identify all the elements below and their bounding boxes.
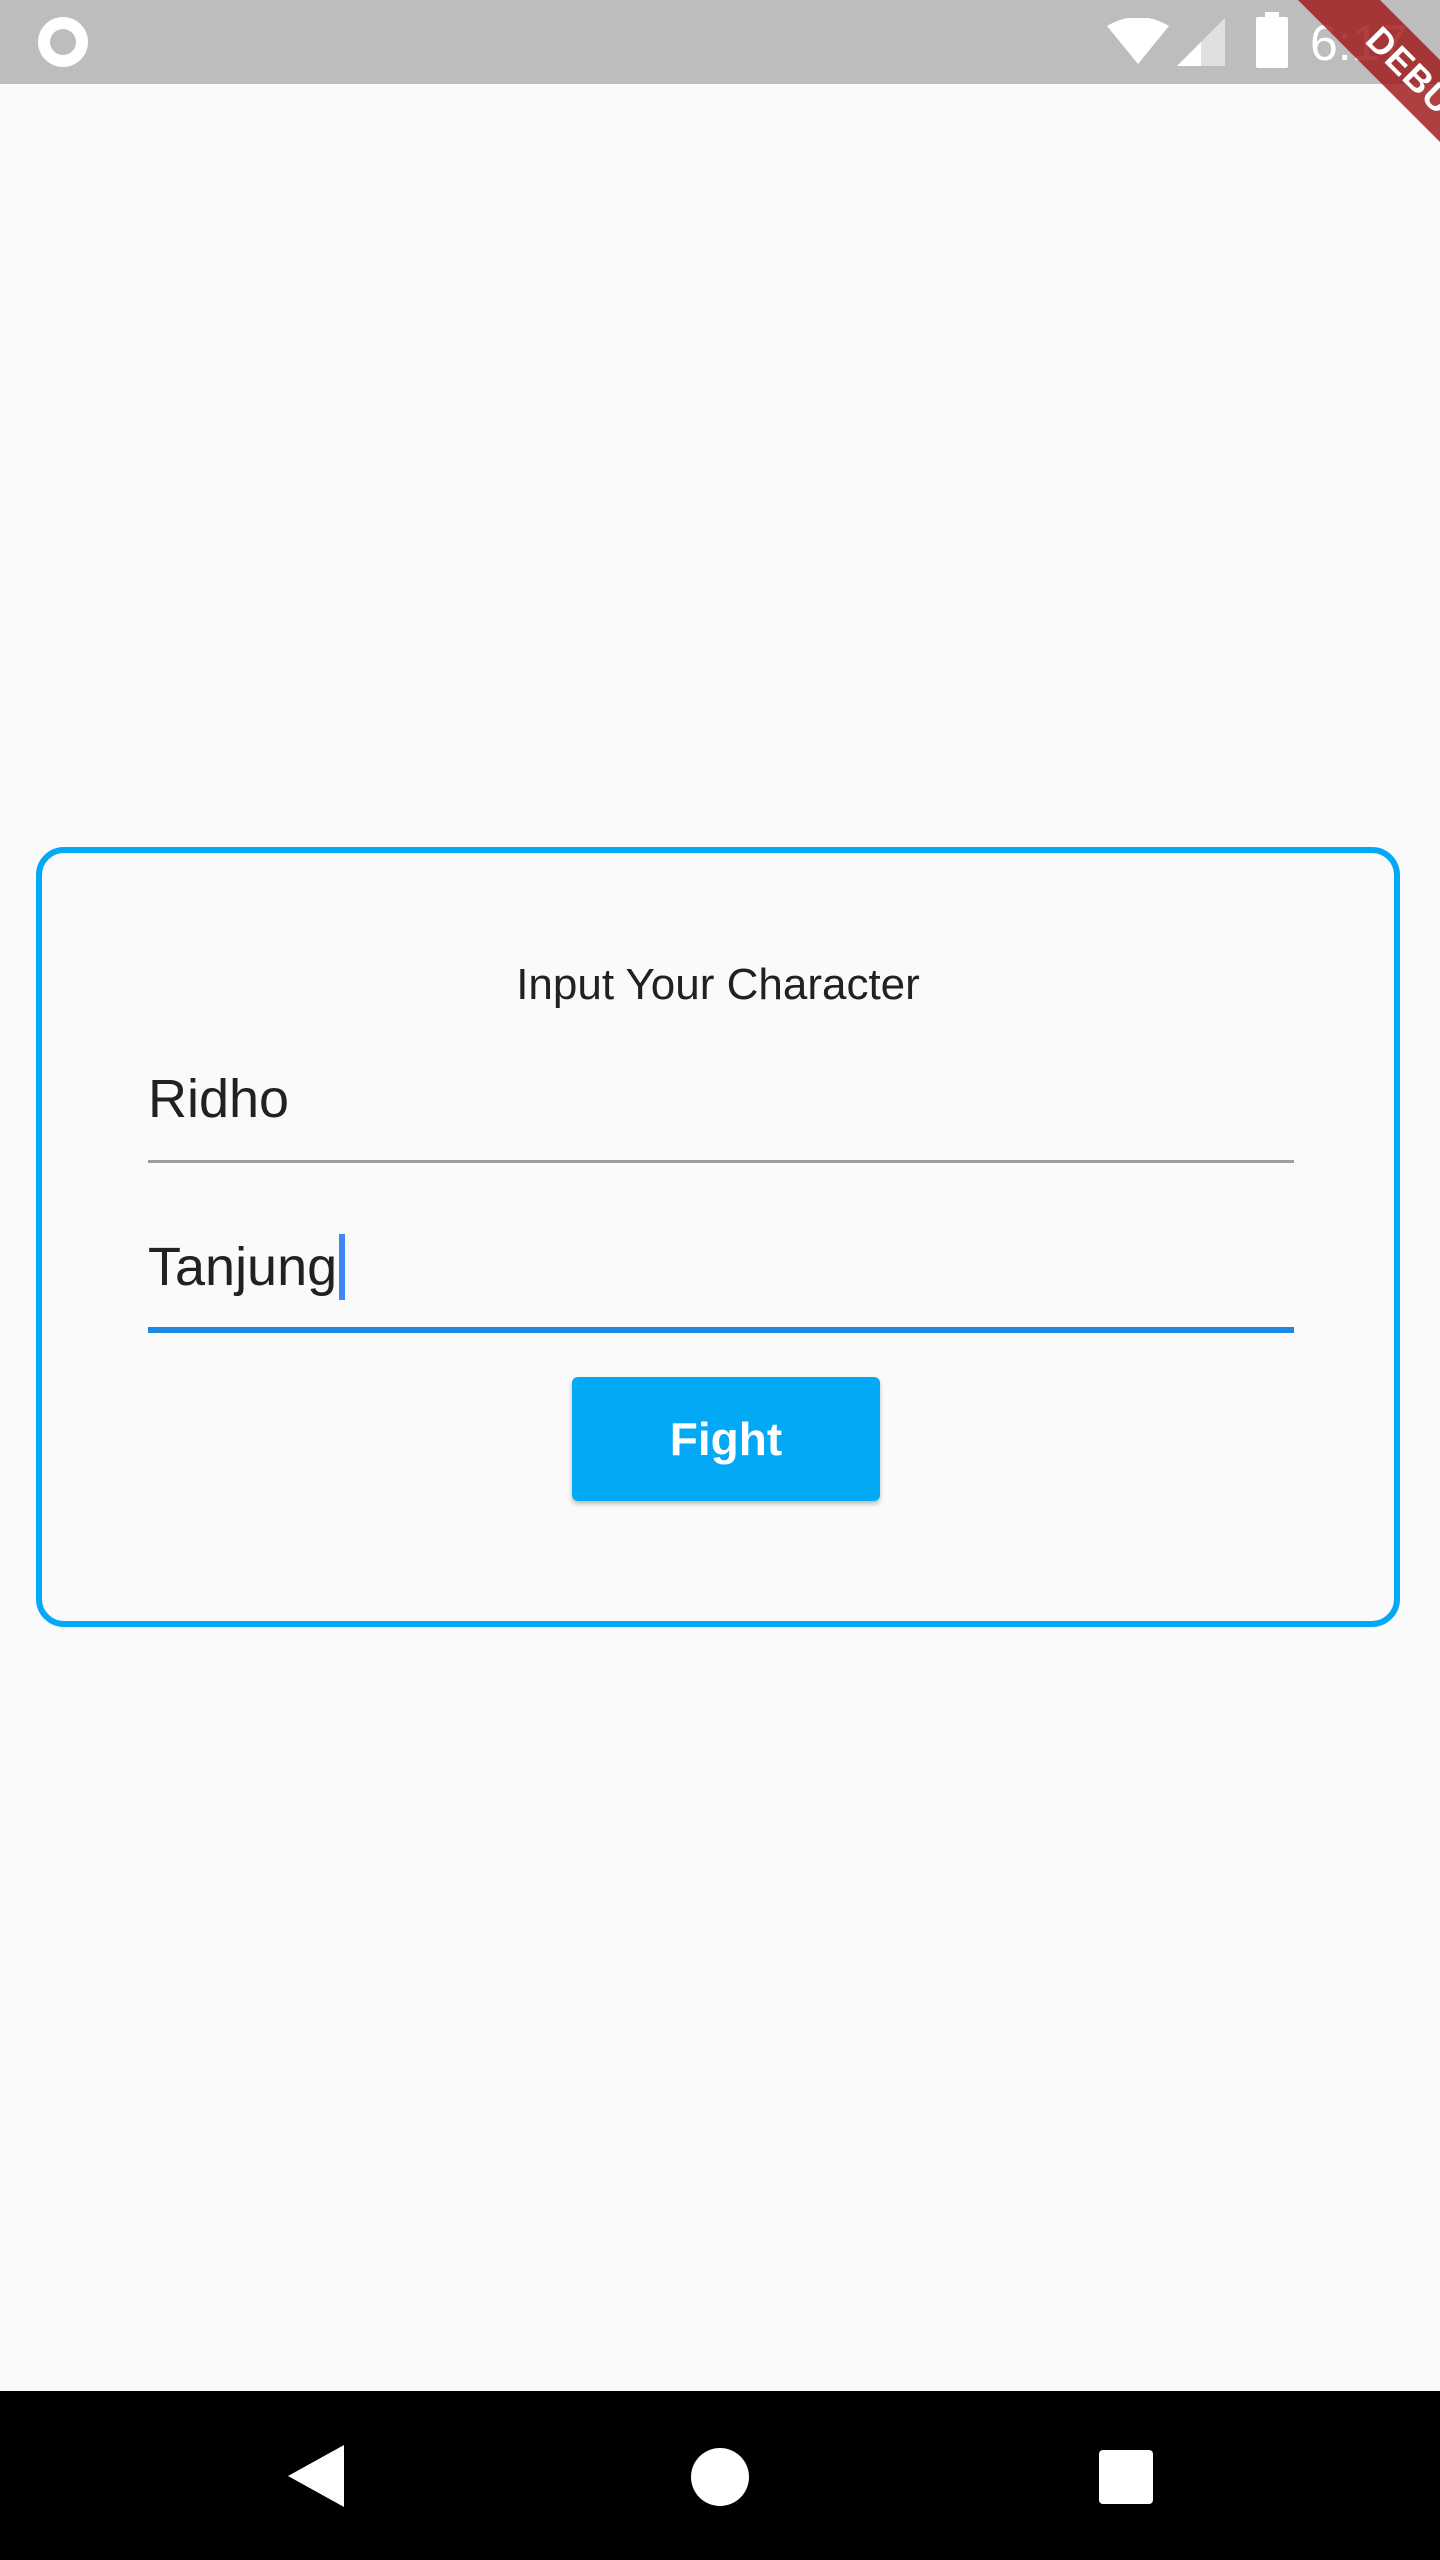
field-underline	[148, 1160, 1294, 1163]
wifi-icon	[1107, 18, 1169, 64]
back-icon[interactable]	[288, 2445, 344, 2507]
field-value: Ridho	[148, 1069, 290, 1129]
battery-icon	[1256, 12, 1288, 68]
field-value-wrapper: Tanjung	[148, 1227, 346, 1307]
record-icon	[38, 17, 88, 67]
fight-button[interactable]: Fight	[572, 1377, 880, 1501]
character-name-field-1[interactable]: Ridho	[148, 1053, 1294, 1163]
character-name-field-2[interactable]: Tanjung	[148, 1221, 1294, 1333]
status-bar: 6:17	[0, 0, 1440, 84]
text-cursor	[339, 1233, 346, 1300]
field-underline-focused	[148, 1327, 1294, 1333]
signal-icon	[1177, 18, 1225, 66]
field-value: Tanjung	[148, 1237, 338, 1297]
card-title: Input Your Character	[516, 960, 920, 1009]
app-screen: 6:17 DEBUG Input Your Character Ridho Ta…	[0, 0, 1440, 2560]
character-input-card: Input Your Character Ridho Tanjung Fight	[36, 847, 1400, 1627]
home-icon[interactable]	[691, 2448, 749, 2506]
navigation-bar	[0, 2391, 1440, 2560]
recents-icon[interactable]	[1099, 2450, 1153, 2504]
